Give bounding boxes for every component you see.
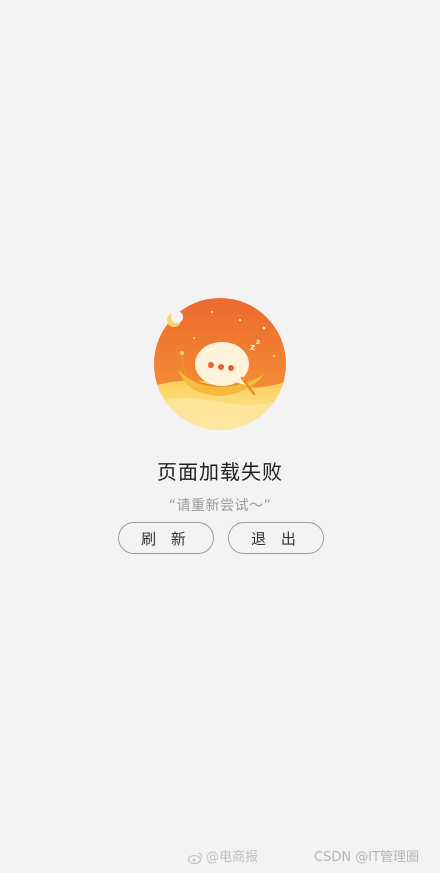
refresh-button[interactable]: 刷 新 (118, 522, 214, 554)
load-failed-illustration: z z (154, 298, 286, 430)
weibo-watermark: @电商报 (188, 848, 258, 868)
csdn-watermark: CSDN @IT管理圈 (314, 850, 419, 865)
svg-text:z: z (256, 338, 260, 346)
error-title: 页面加载失败 (157, 460, 283, 484)
error-subtitle: “请重新尝试～” (168, 498, 272, 514)
exit-button[interactable]: 退 出 (228, 522, 324, 554)
weibo-handle-text: @电商报 (206, 850, 259, 865)
svg-text:z: z (250, 343, 255, 353)
weibo-logo-icon (188, 852, 203, 864)
error-page: z z 页面加载失败 “请重新尝试～” 刷 新 退 出 @电商报 CSDN @I… (0, 0, 440, 873)
sleeping-chat-bubble-in-boat-icon: z z (154, 298, 286, 430)
